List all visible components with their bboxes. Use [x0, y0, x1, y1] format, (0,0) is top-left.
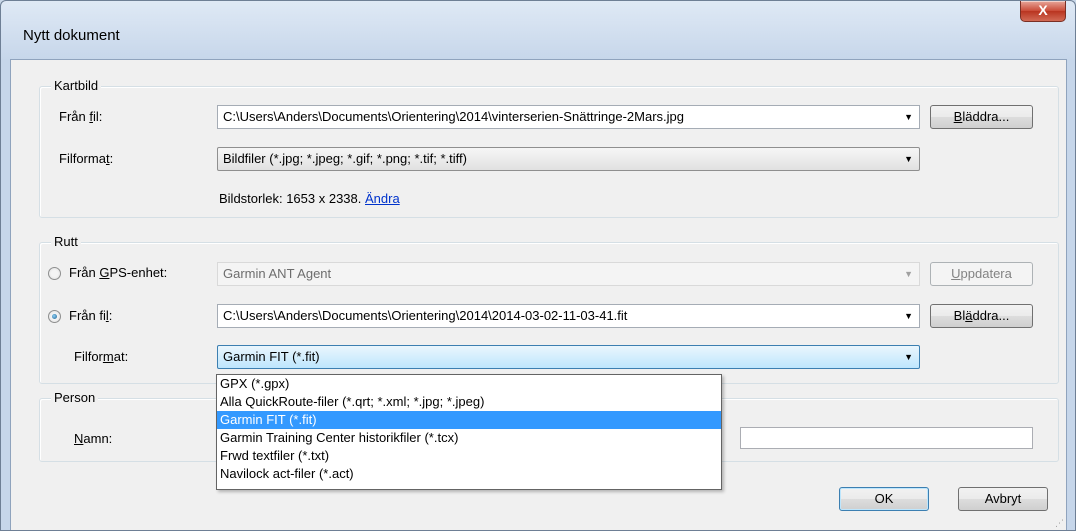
- close-button[interactable]: X: [1020, 1, 1066, 22]
- route-file-label[interactable]: Från fil:: [69, 308, 112, 323]
- list-item[interactable]: Garmin Training Center historikfiler (*.…: [217, 429, 721, 447]
- chevron-down-icon[interactable]: ▼: [904, 346, 913, 368]
- route-file-value: C:\Users\Anders\Documents\Orientering\20…: [223, 308, 628, 323]
- kartbild-from-file-label: Från fil:: [59, 109, 103, 124]
- kartbild-format-select[interactable]: Bildfiler (*.jpg; *.jpeg; *.gif; *.png; …: [217, 147, 920, 171]
- name-label: Namn:: [74, 431, 113, 446]
- rutt-legend: Rutt: [51, 234, 81, 249]
- list-item[interactable]: GPX (*.gpx): [217, 375, 721, 393]
- chevron-down-icon[interactable]: ▼: [904, 305, 913, 327]
- kartbild-file-combo[interactable]: C:\Users\Anders\Documents\Orientering\20…: [217, 105, 920, 129]
- route-format-value: Garmin FIT (*.fit): [223, 349, 320, 364]
- gps-device-select[interactable]: Garmin ANT Agent ▼: [217, 262, 920, 286]
- list-item[interactable]: Alla QuickRoute-filer (*.qrt; *.xml; *.j…: [217, 393, 721, 411]
- resize-grip-icon[interactable]: ⋰: [1055, 518, 1064, 529]
- kartbild-browse-button[interactable]: Bläddra...: [930, 105, 1033, 129]
- chevron-down-icon[interactable]: ▼: [904, 148, 913, 170]
- name-input[interactable]: [740, 427, 1033, 449]
- route-format-label: Filformat:: [74, 349, 129, 364]
- route-format-select[interactable]: Garmin FIT (*.fit) ▼: [217, 345, 920, 369]
- ok-button[interactable]: OK: [839, 487, 929, 511]
- kartbild-format-label: Filformat:: [59, 151, 114, 166]
- route-format-dropdown-list: GPX (*.gpx) Alla QuickRoute-filer (*.qrt…: [216, 374, 722, 490]
- image-size-text: Bildstorlek: 1653 x 2338. Ändra: [219, 191, 400, 206]
- kartbild-file-value: C:\Users\Anders\Documents\Orientering\20…: [223, 109, 684, 124]
- gps-radio[interactable]: [48, 267, 61, 280]
- list-item[interactable]: Navilock act-filer (*.act): [217, 465, 721, 483]
- list-item[interactable]: Frwd textfiler (*.txt): [217, 447, 721, 465]
- close-icon: X: [1038, 2, 1048, 18]
- list-item-selected[interactable]: Garmin FIT (*.fit): [217, 411, 721, 429]
- gps-device-value: Garmin ANT Agent: [223, 266, 332, 281]
- kartbild-legend: Kartbild: [51, 78, 102, 93]
- route-file-radio[interactable]: [48, 310, 61, 323]
- title-bar[interactable]: Nytt dokument X: [1, 1, 1075, 59]
- route-file-combo[interactable]: C:\Users\Anders\Documents\Orientering\20…: [217, 304, 920, 328]
- kartbild-format-value: Bildfiler (*.jpg; *.jpeg; *.gif; *.png; …: [223, 151, 467, 166]
- chevron-down-icon[interactable]: ▼: [904, 106, 913, 128]
- cancel-button[interactable]: Avbryt: [958, 487, 1048, 511]
- window-title: Nytt dokument: [23, 27, 120, 44]
- person-legend: Person: [51, 390, 99, 405]
- dialog-window: Nytt dokument X Kartbild Från fil: C:\Us…: [0, 0, 1076, 531]
- update-button[interactable]: Uppdatera: [930, 262, 1033, 286]
- change-size-link[interactable]: Ändra: [365, 191, 400, 206]
- gps-label[interactable]: Från GPS-enhet:: [69, 265, 167, 280]
- chevron-down-icon[interactable]: ▼: [904, 263, 913, 285]
- rutt-group: Rutt Från GPS-enhet: Garmin ANT Agent ▼ …: [39, 234, 1059, 384]
- route-browse-button[interactable]: Bläddra...: [930, 304, 1033, 328]
- kartbild-group: Kartbild Från fil: C:\Users\Anders\Docum…: [39, 78, 1059, 218]
